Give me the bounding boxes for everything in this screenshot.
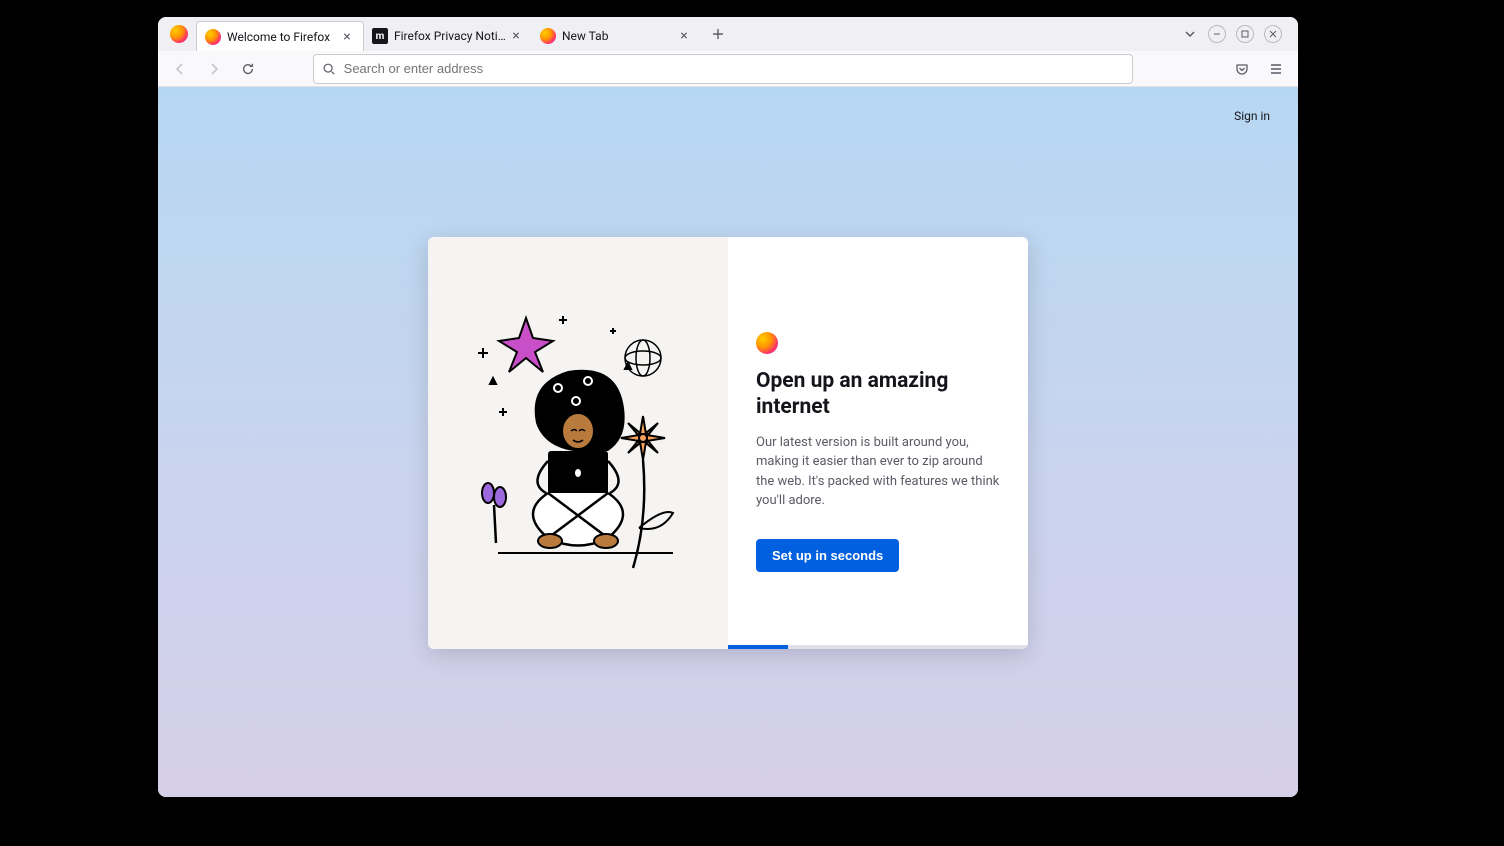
welcome-illustration-panel	[428, 237, 728, 649]
welcome-headline: Open up an amazing internet	[756, 368, 1000, 421]
address-bar[interactable]	[313, 54, 1133, 84]
welcome-card: Open up an amazing internet Our latest v…	[428, 237, 1028, 649]
tab-close-icon[interactable]: ×	[339, 29, 355, 45]
progress-step-5	[968, 645, 1028, 649]
browser-window: Welcome to Firefox × m Firefox Privacy N…	[158, 17, 1298, 797]
tab-label: Welcome to Firefox	[227, 30, 339, 44]
back-button[interactable]	[166, 55, 194, 83]
welcome-content-panel: Open up an amazing internet Our latest v…	[728, 237, 1028, 649]
window-maximize-button[interactable]	[1236, 25, 1254, 43]
setup-button[interactable]: Set up in seconds	[756, 539, 899, 572]
tabs-dropdown-button[interactable]	[1176, 20, 1204, 48]
address-input[interactable]	[344, 61, 1124, 76]
tab-strip: Welcome to Firefox × m Firefox Privacy N…	[158, 17, 1298, 51]
window-close-button[interactable]	[1264, 25, 1282, 43]
tab-welcome[interactable]: Welcome to Firefox ×	[196, 21, 364, 51]
welcome-illustration	[463, 308, 693, 578]
progress-step-2	[788, 645, 848, 649]
progress-step-4	[908, 645, 968, 649]
tab-privacy[interactable]: m Firefox Privacy Notice — ×	[364, 21, 532, 51]
progress-step-3	[848, 645, 908, 649]
firefox-favicon-icon	[540, 28, 556, 44]
search-icon	[322, 62, 336, 76]
progress-step-1	[728, 645, 788, 649]
tab-newtab[interactable]: New Tab ×	[532, 21, 700, 51]
tab-close-icon[interactable]: ×	[508, 28, 524, 44]
tab-close-icon[interactable]: ×	[676, 28, 692, 44]
tab-label: Firefox Privacy Notice —	[394, 29, 508, 43]
window-minimize-button[interactable]	[1208, 25, 1226, 43]
firefox-brand-icon	[756, 332, 778, 354]
tab-strip-right	[1176, 20, 1292, 48]
welcome-body: Our latest version is built around you, …	[756, 433, 1000, 511]
app-icon	[162, 17, 196, 51]
firefox-favicon-icon	[205, 29, 221, 45]
firefox-icon	[170, 25, 188, 43]
tab-label: New Tab	[562, 29, 676, 43]
new-tab-button[interactable]	[704, 20, 732, 48]
forward-button[interactable]	[200, 55, 228, 83]
app-menu-button[interactable]	[1262, 55, 1290, 83]
pocket-button[interactable]	[1228, 55, 1256, 83]
toolbar-right	[1228, 55, 1290, 83]
window-controls	[1208, 25, 1282, 43]
mozilla-favicon-icon: m	[372, 28, 388, 44]
reload-button[interactable]	[234, 55, 262, 83]
progress-indicator	[728, 645, 1028, 649]
sign-in-link[interactable]: Sign in	[1234, 109, 1270, 123]
navigation-toolbar	[158, 51, 1298, 87]
content-area: Sign in	[158, 87, 1298, 797]
